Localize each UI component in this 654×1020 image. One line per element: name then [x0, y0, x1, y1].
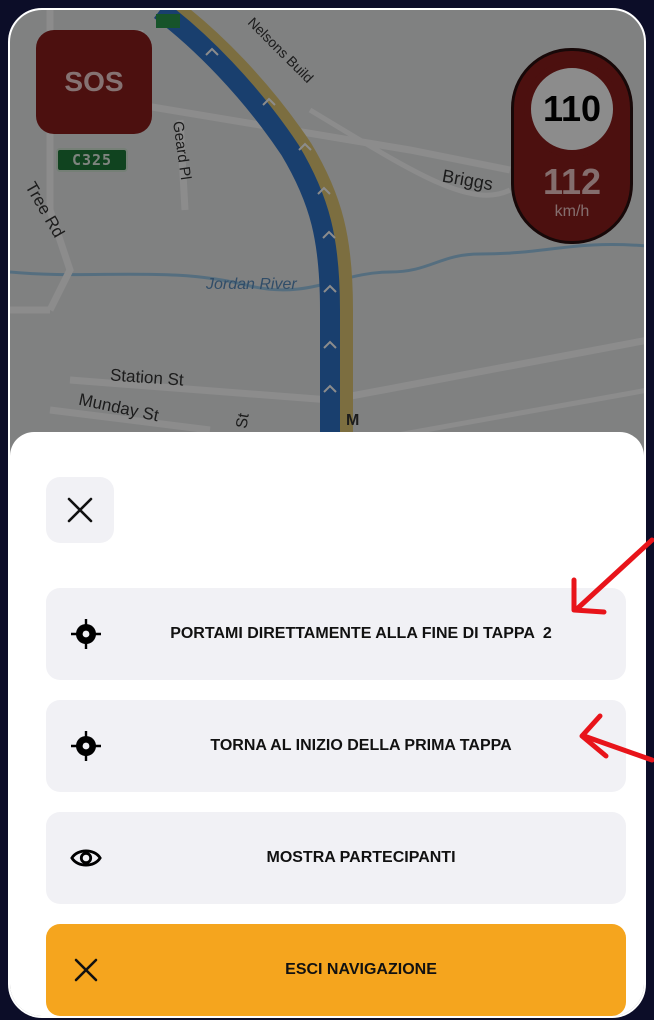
option-label: MOSTRA PARTECIPANTI — [266, 849, 456, 866]
eye-icon — [70, 842, 102, 874]
stage-number: 2 — [542, 625, 552, 642]
back-to-first-stage-button[interactable]: TORNA AL INIZIO DELLA PRIMA TAPPA — [46, 700, 626, 792]
show-participants-button[interactable]: MOSTRA PARTECIPANTI — [46, 812, 626, 904]
crosshair-icon — [70, 618, 102, 650]
exit-navigation-button[interactable]: ESCI NAVIGAZIONE — [46, 924, 626, 1016]
option-label: ESCI NAVIGAZIONE — [285, 961, 437, 978]
close-icon — [67, 497, 93, 523]
close-icon — [70, 954, 102, 986]
option-text: PORTAMI DIRETTAMENTE ALLA FINE DI TAPPA — [170, 625, 535, 642]
bottom-sheet: PORTAMI DIRETTAMENTE ALLA FINE DI TAPPA … — [10, 432, 644, 1016]
crosshair-icon — [70, 730, 102, 762]
option-label: PORTAMI DIRETTAMENTE ALLA FINE DI TAPPA … — [106, 588, 616, 680]
close-sheet-button[interactable] — [46, 477, 114, 543]
option-label: TORNA AL INIZIO DELLA PRIMA TAPPA — [210, 737, 512, 754]
go-to-stage-end-button[interactable]: PORTAMI DIRETTAMENTE ALLA FINE DI TAPPA … — [46, 588, 626, 680]
phone-screen: Nelsons Build Geard Pl Briggs Tree Rd Jo… — [8, 8, 646, 1018]
